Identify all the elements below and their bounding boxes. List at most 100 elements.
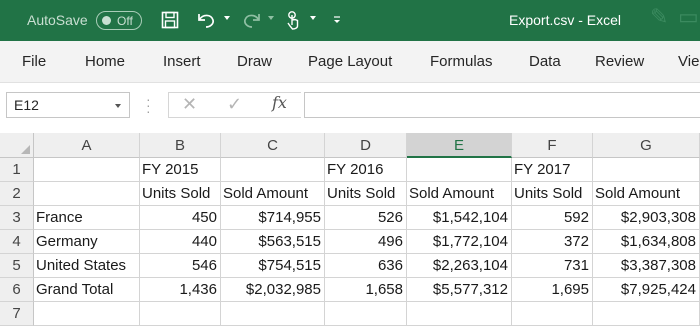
cell-e7[interactable] bbox=[407, 302, 512, 326]
cell-b7[interactable] bbox=[140, 302, 221, 326]
enter-check-icon[interactable]: ✓ bbox=[227, 94, 242, 115]
cell-value: 1,658 bbox=[365, 281, 403, 298]
cell-g7[interactable] bbox=[593, 302, 700, 326]
insert-function-icon[interactable]: fx bbox=[272, 93, 287, 112]
formula-input[interactable] bbox=[304, 92, 700, 118]
cell-c4[interactable]: $563,515 bbox=[221, 230, 325, 254]
tab-draw[interactable]: Draw bbox=[237, 53, 272, 70]
column-header-f[interactable]: F bbox=[512, 133, 593, 158]
cell-a3[interactable]: France bbox=[34, 206, 140, 230]
tab-formulas[interactable]: Formulas bbox=[430, 53, 493, 70]
row-header-5[interactable]: 5 bbox=[0, 254, 34, 278]
cell-a7[interactable] bbox=[34, 302, 140, 326]
cell-value: 526 bbox=[377, 209, 403, 226]
cell-c7[interactable] bbox=[221, 302, 325, 326]
customize-qat-icon[interactable] bbox=[330, 8, 344, 32]
cell-f3[interactable]: 592 bbox=[512, 206, 593, 230]
tab-view[interactable]: Vie bbox=[678, 53, 699, 70]
row-header-1[interactable]: 1 bbox=[0, 158, 34, 182]
cell-e2[interactable]: Sold Amount bbox=[407, 182, 512, 206]
cell-value: $1,542,104 bbox=[432, 209, 508, 226]
cell-value: Units Sold bbox=[142, 185, 211, 202]
cell-d1[interactable]: FY 2016 bbox=[325, 158, 407, 182]
toggle-knob bbox=[102, 16, 111, 25]
tab-file[interactable]: File bbox=[22, 53, 46, 70]
cell-value: 731 bbox=[563, 257, 589, 274]
cell-e3[interactable]: $1,542,104 bbox=[407, 206, 512, 230]
cell-g5[interactable]: $3,387,308 bbox=[593, 254, 700, 278]
cell-a5[interactable]: United States bbox=[34, 254, 140, 278]
cell-d2[interactable]: Units Sold bbox=[325, 182, 407, 206]
cell-a1[interactable] bbox=[34, 158, 140, 182]
column-header-a[interactable]: A bbox=[34, 133, 140, 158]
cell-f2[interactable]: Units Sold bbox=[512, 182, 593, 206]
tab-home[interactable]: Home bbox=[85, 53, 125, 70]
undo-icon[interactable] bbox=[194, 8, 218, 32]
cell-c2[interactable]: Sold Amount bbox=[221, 182, 325, 206]
undo-dropdown-icon[interactable] bbox=[224, 16, 230, 20]
cell-f6[interactable]: 1,695 bbox=[512, 278, 593, 302]
cell-b6[interactable]: 1,436 bbox=[140, 278, 221, 302]
cell-c5[interactable]: $754,515 bbox=[221, 254, 325, 278]
redo-icon[interactable] bbox=[240, 8, 264, 32]
column-header-e[interactable]: E bbox=[407, 133, 512, 158]
name-box[interactable]: E12 bbox=[6, 92, 130, 118]
cell-g4[interactable]: $1,634,808 bbox=[593, 230, 700, 254]
cell-b1[interactable]: FY 2015 bbox=[140, 158, 221, 182]
tab-insert[interactable]: Insert bbox=[163, 53, 201, 70]
cell-value: $1,634,808 bbox=[620, 233, 696, 250]
cell-g6[interactable]: $7,925,424 bbox=[593, 278, 700, 302]
cell-e1[interactable] bbox=[407, 158, 512, 182]
row-header-4[interactable]: 4 bbox=[0, 230, 34, 254]
column-header-g[interactable]: G bbox=[593, 133, 700, 158]
cell-e5[interactable]: $2,263,104 bbox=[407, 254, 512, 278]
column-header-c[interactable]: C bbox=[221, 133, 325, 158]
cell-d4[interactable]: 496 bbox=[325, 230, 407, 254]
cell-f1[interactable]: FY 2017 bbox=[512, 158, 593, 182]
column-header-b[interactable]: B bbox=[140, 133, 221, 158]
cell-f4[interactable]: 372 bbox=[512, 230, 593, 254]
touch-mode-icon[interactable] bbox=[281, 8, 305, 32]
row-header-2[interactable]: 2 bbox=[0, 182, 34, 206]
autosave-toggle[interactable]: Off bbox=[96, 11, 142, 30]
cell-e6[interactable]: $5,577,312 bbox=[407, 278, 512, 302]
cell-e4[interactable]: $1,772,104 bbox=[407, 230, 512, 254]
row-header-6[interactable]: 6 bbox=[0, 278, 34, 302]
cancel-x-icon[interactable]: ✕ bbox=[182, 94, 197, 115]
cell-f7[interactable] bbox=[512, 302, 593, 326]
cell-d7[interactable] bbox=[325, 302, 407, 326]
save-icon[interactable] bbox=[158, 8, 182, 32]
touch-dropdown-icon[interactable] bbox=[310, 16, 316, 20]
cell-b4[interactable]: 440 bbox=[140, 230, 221, 254]
cell-b2[interactable]: Units Sold bbox=[140, 182, 221, 206]
cell-value: 592 bbox=[563, 209, 589, 226]
cell-d5[interactable]: 636 bbox=[325, 254, 407, 278]
document-title: Export.csv - Excel bbox=[509, 12, 622, 28]
cell-value: Sold Amount bbox=[409, 185, 495, 202]
cell-b3[interactable]: 450 bbox=[140, 206, 221, 230]
cell-a2[interactable] bbox=[34, 182, 140, 206]
cell-b5[interactable]: 546 bbox=[140, 254, 221, 278]
redo-dropdown-icon[interactable] bbox=[268, 16, 274, 20]
cell-value: $1,772,104 bbox=[432, 233, 508, 250]
chevron-down-icon[interactable] bbox=[115, 104, 121, 108]
cell-c3[interactable]: $714,955 bbox=[221, 206, 325, 230]
cell-g1[interactable] bbox=[593, 158, 700, 182]
select-all-corner[interactable] bbox=[0, 133, 34, 158]
tab-page-layout[interactable]: Page Layout bbox=[308, 53, 392, 70]
row-header-7[interactable]: 7 bbox=[0, 302, 34, 326]
cell-c1[interactable] bbox=[221, 158, 325, 182]
cell-a4[interactable]: Germany bbox=[34, 230, 140, 254]
formula-bar-grip-icon[interactable]: · · · bbox=[146, 92, 151, 118]
tab-data[interactable]: Data bbox=[529, 53, 561, 70]
cell-f5[interactable]: 731 bbox=[512, 254, 593, 278]
cell-d3[interactable]: 526 bbox=[325, 206, 407, 230]
cell-d6[interactable]: 1,658 bbox=[325, 278, 407, 302]
cell-c6[interactable]: $2,032,985 bbox=[221, 278, 325, 302]
column-header-d[interactable]: D bbox=[325, 133, 407, 158]
cell-a6[interactable]: Grand Total bbox=[34, 278, 140, 302]
cell-g3[interactable]: $2,903,308 bbox=[593, 206, 700, 230]
cell-g2[interactable]: Sold Amount bbox=[593, 182, 700, 206]
row-header-3[interactable]: 3 bbox=[0, 206, 34, 230]
tab-review[interactable]: Review bbox=[595, 53, 644, 70]
